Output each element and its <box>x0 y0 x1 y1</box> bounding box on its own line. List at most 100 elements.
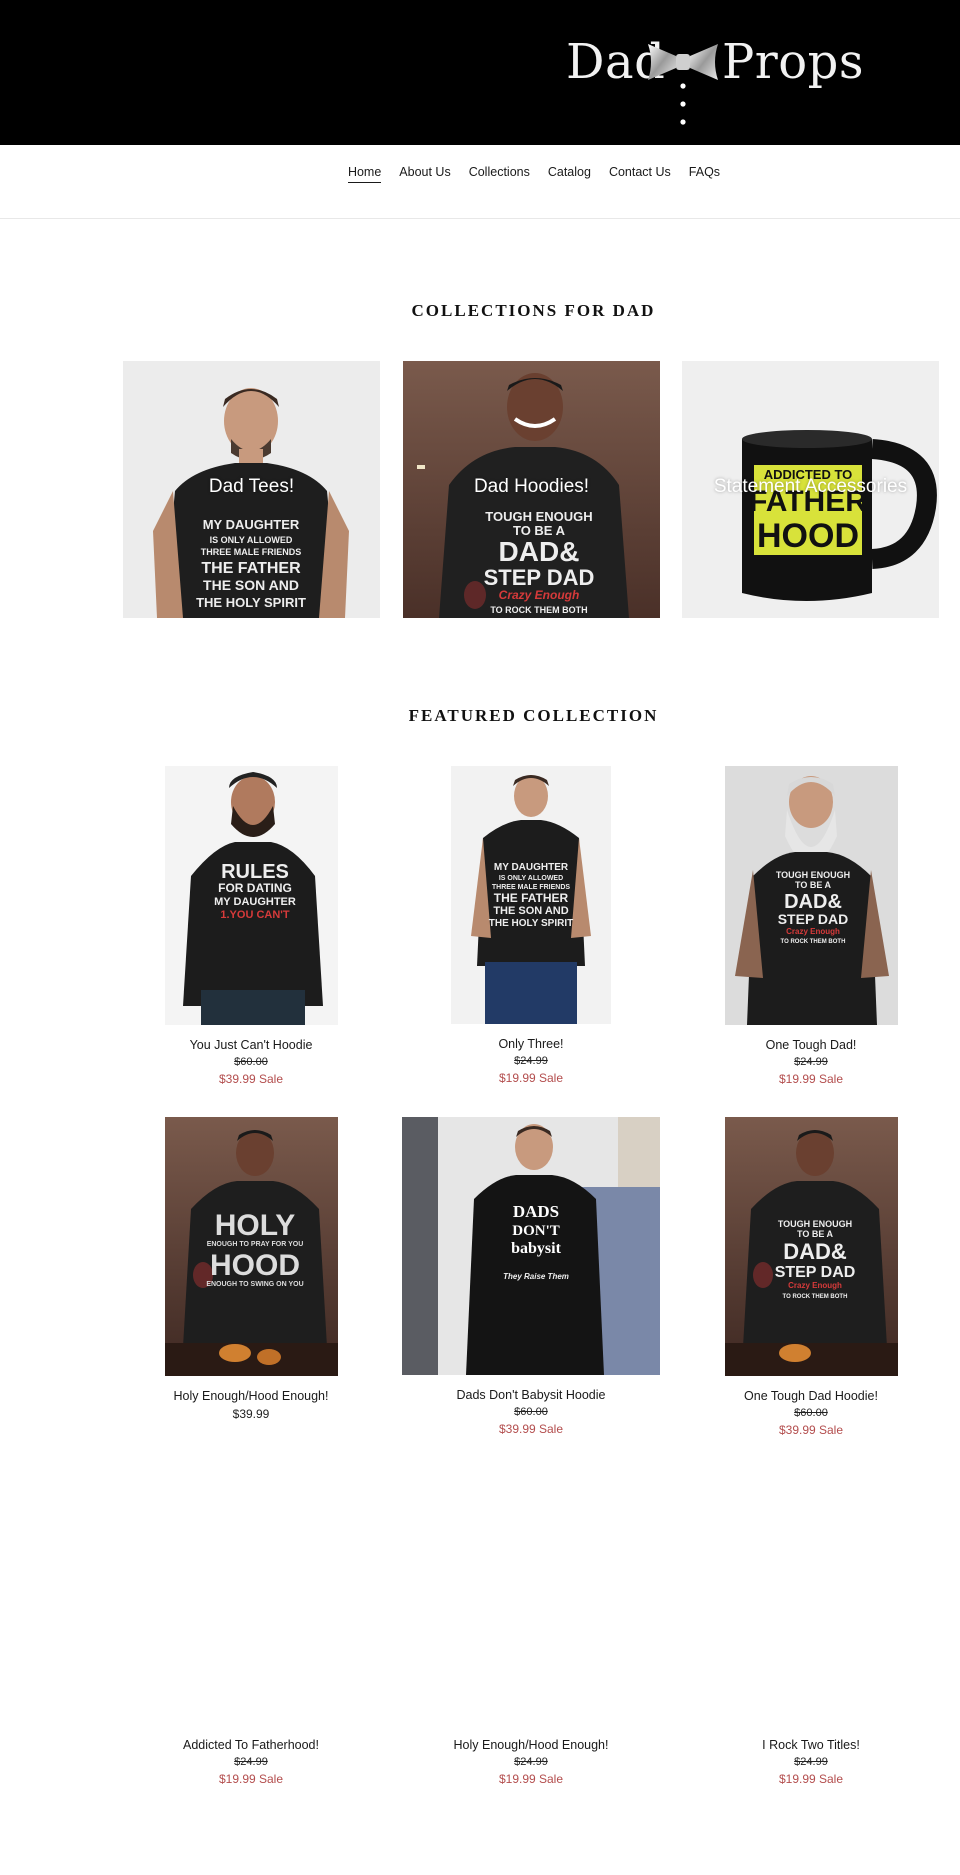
nav-faqs[interactable]: FAQs <box>689 165 720 183</box>
shirt-text-line: THE FATHER <box>494 891 569 905</box>
product-photo: HOLY ENOUGH TO PRAY FOR YOU HOOD ENOUGH … <box>164 1117 338 1376</box>
shirt-text-line: TOUGH ENOUGH <box>775 870 849 880</box>
sale-price: $19.99 Sale <box>778 1772 844 1786</box>
shirt-text-line: HOLY <box>214 1209 295 1242</box>
product-image[interactable] <box>445 1466 618 1725</box>
shirt-text-line: TO ROCK THEM BOTH <box>780 939 845 945</box>
product-card[interactable]: TOUGH ENOUGH TO BE A DAD& STEP DAD Crazy… <box>681 766 941 1086</box>
product-title[interactable]: Holy Enough/Hood Enough! <box>121 1389 381 1403</box>
product-title[interactable]: Holy Enough/Hood Enough! <box>401 1738 661 1752</box>
shirt-text-line: Crazy Enough <box>499 588 580 602</box>
site-logo[interactable]: Dad Props <box>566 30 864 130</box>
shirt-text-line: THE SON AND <box>493 905 568 917</box>
product-title[interactable]: I Rock Two Titles! <box>681 1738 941 1752</box>
product-title[interactable]: One Tough Dad! <box>681 1038 941 1052</box>
shirt-text-line: TO BE A <box>796 1229 833 1239</box>
product-photo: TOUGH ENOUGH TO BE A DAD& STEP DAD Crazy… <box>724 766 898 1025</box>
sale-price: $39.99 Sale <box>498 1422 564 1436</box>
product-card[interactable]: Addicted To Fatherhood! $24.99 $19.99 Sa… <box>121 1466 381 1786</box>
shirt-text-line: THE HOLY SPIRIT <box>196 595 306 610</box>
shirt-text-line: STEP DAD <box>484 565 595 590</box>
compare-price: $60.00 <box>234 1056 268 1068</box>
shirt-text-line: FOR DATING <box>218 881 292 895</box>
site-header: Dad Props <box>0 0 960 145</box>
shirt-text-line: THREE MALE FRIENDS <box>201 547 302 557</box>
shirt-text-line: STEP DAD <box>774 1264 855 1281</box>
shirt-text-line: Crazy Enough <box>788 1281 842 1290</box>
nav-contact-us[interactable]: Contact Us <box>609 165 671 183</box>
product-image[interactable]: TOUGH ENOUGH TO BE A DAD& STEP DAD Crazy… <box>724 766 898 1025</box>
collection-tile-dad-tees[interactable]: MY DAUGHTER IS ONLY ALLOWED THREE MALE F… <box>123 361 380 618</box>
nav-home[interactable]: Home <box>347 165 382 183</box>
sale-price: $39.99 Sale <box>778 1423 844 1437</box>
sale-price: $19.99 Sale <box>778 1072 844 1086</box>
product-card[interactable]: DADS DON'T babysit They Raise Them Dads … <box>401 1117 661 1436</box>
compare-price: $24.99 <box>234 1756 268 1768</box>
nav-collections[interactable]: Collections <box>469 165 530 183</box>
shirt-text-line: DAD& <box>783 1239 847 1264</box>
compare-price: $24.99 <box>794 1056 828 1068</box>
product-photo: MY DAUGHTER IS ONLY ALLOWED THREE MALE F… <box>451 766 611 1024</box>
compare-price: $24.99 <box>514 1055 548 1067</box>
featured-heading: FEATURED COLLECTION <box>408 706 659 725</box>
shirt-text-line: DADS <box>513 1202 559 1221</box>
sale-price: $19.99 Sale <box>218 1772 284 1786</box>
compare-price: $24.99 <box>794 1756 828 1768</box>
product-card[interactable]: MY DAUGHTER IS ONLY ALLOWED THREE MALE F… <box>401 766 661 1085</box>
nav-catalog[interactable]: Catalog <box>548 165 591 183</box>
shirt-text-line: HOOD <box>210 1249 300 1282</box>
product-card[interactable]: RULES FOR DATING MY DAUGHTER 1.YOU CAN'T… <box>121 766 381 1086</box>
product-card[interactable]: HOLY ENOUGH TO PRAY FOR YOU HOOD ENOUGH … <box>121 1117 381 1421</box>
product-photo: RULES FOR DATING MY DAUGHTER 1.YOU CAN'T <box>164 766 338 1025</box>
logo-text-props: Props <box>722 34 864 90</box>
shirt-text-line: Crazy Enough <box>786 927 840 936</box>
shirt-text-line: TO BE A <box>794 880 831 890</box>
shirt-text-line: DAD& <box>499 536 580 567</box>
shirt-text-line: They Raise Them <box>503 1272 569 1281</box>
sale-price: $39.99 Sale <box>218 1072 284 1086</box>
compare-price: $60.00 <box>514 1406 548 1418</box>
shirt-text-line: THE HOLY SPIRIT <box>489 918 573 929</box>
shirt-text-line: ENOUGH TO PRAY FOR YOU <box>206 1241 303 1248</box>
product-image[interactable]: DADS DON'T babysit They Raise Them <box>402 1117 660 1375</box>
product-title[interactable]: One Tough Dad Hoodie! <box>681 1389 941 1403</box>
shirt-text-line: MY DAUGHTER <box>494 862 569 873</box>
product-title[interactable]: Addicted To Fatherhood! <box>121 1738 381 1752</box>
collections-heading: COLLECTIONS FOR DAD <box>411 301 656 320</box>
product-title[interactable]: Only Three! <box>401 1037 661 1051</box>
mug-text-line: HOOD <box>757 517 859 555</box>
collection-label: Statement Accessories <box>713 476 908 497</box>
shirt-text-line: IS ONLY ALLOWED <box>499 875 563 882</box>
collection-label: Dad Tees! <box>208 476 295 497</box>
collection-tile-statement-accessories[interactable]: ADDICTED TO FATHER HOOD Statement Access… <box>682 361 939 618</box>
shirt-text-line: THE FATHER <box>201 560 301 577</box>
nav-list: Home About Us Collections Catalog Contac… <box>0 165 960 183</box>
product-title[interactable]: Dads Don't Babysit Hoodie <box>401 1388 661 1402</box>
product-card[interactable]: I Rock Two Titles! $24.99 $19.99 Sale <box>681 1466 941 1786</box>
product-image[interactable]: RULES FOR DATING MY DAUGHTER 1.YOU CAN'T <box>164 766 338 1025</box>
main-navigation: Home About Us Collections Catalog Contac… <box>0 145 960 219</box>
shirt-text-line: THE SON AND <box>203 577 299 593</box>
product-image[interactable]: TOUGH ENOUGH TO BE A DAD& STEP DAD Crazy… <box>724 1117 898 1376</box>
shirt-text-line: RULES <box>221 861 289 883</box>
product-image[interactable] <box>725 1466 898 1725</box>
price: $39.99 <box>232 1407 270 1421</box>
collection-label: Dad Hoodies! <box>473 476 590 497</box>
product-title[interactable]: You Just Can't Hoodie <box>121 1038 381 1052</box>
product-photo: DADS DON'T babysit They Raise Them <box>402 1117 660 1375</box>
product-card[interactable]: Holy Enough/Hood Enough! $24.99 $19.99 S… <box>401 1466 661 1786</box>
bowtie-icon <box>648 44 718 80</box>
shirt-text-line: THREE MALE FRIENDS <box>492 884 571 891</box>
product-card[interactable]: TOUGH ENOUGH TO BE A DAD& STEP DAD Crazy… <box>681 1117 941 1437</box>
collection-tile-dad-hoodies[interactable]: TOUGH ENOUGH TO BE A DAD& STEP DAD Crazy… <box>403 361 660 618</box>
product-image[interactable] <box>165 1466 338 1725</box>
shirt-text-line: MY DAUGHTER <box>214 896 296 908</box>
nav-about-us[interactable]: About Us <box>399 165 450 183</box>
shirt-text-line: ENOUGH TO SWING ON YOU <box>206 1281 303 1288</box>
shirt-text-line: STEP DAD <box>777 911 848 927</box>
product-image[interactable]: HOLY ENOUGH TO PRAY FOR YOU HOOD ENOUGH … <box>164 1117 338 1376</box>
product-image[interactable]: MY DAUGHTER IS ONLY ALLOWED THREE MALE F… <box>451 766 611 1024</box>
shirt-text-line: TO ROCK THEM BOTH <box>782 1294 847 1300</box>
shirt-text-line: TO ROCK THEM BOTH <box>490 605 587 615</box>
shirt-text-line: TOUGH ENOUGH <box>777 1219 851 1229</box>
